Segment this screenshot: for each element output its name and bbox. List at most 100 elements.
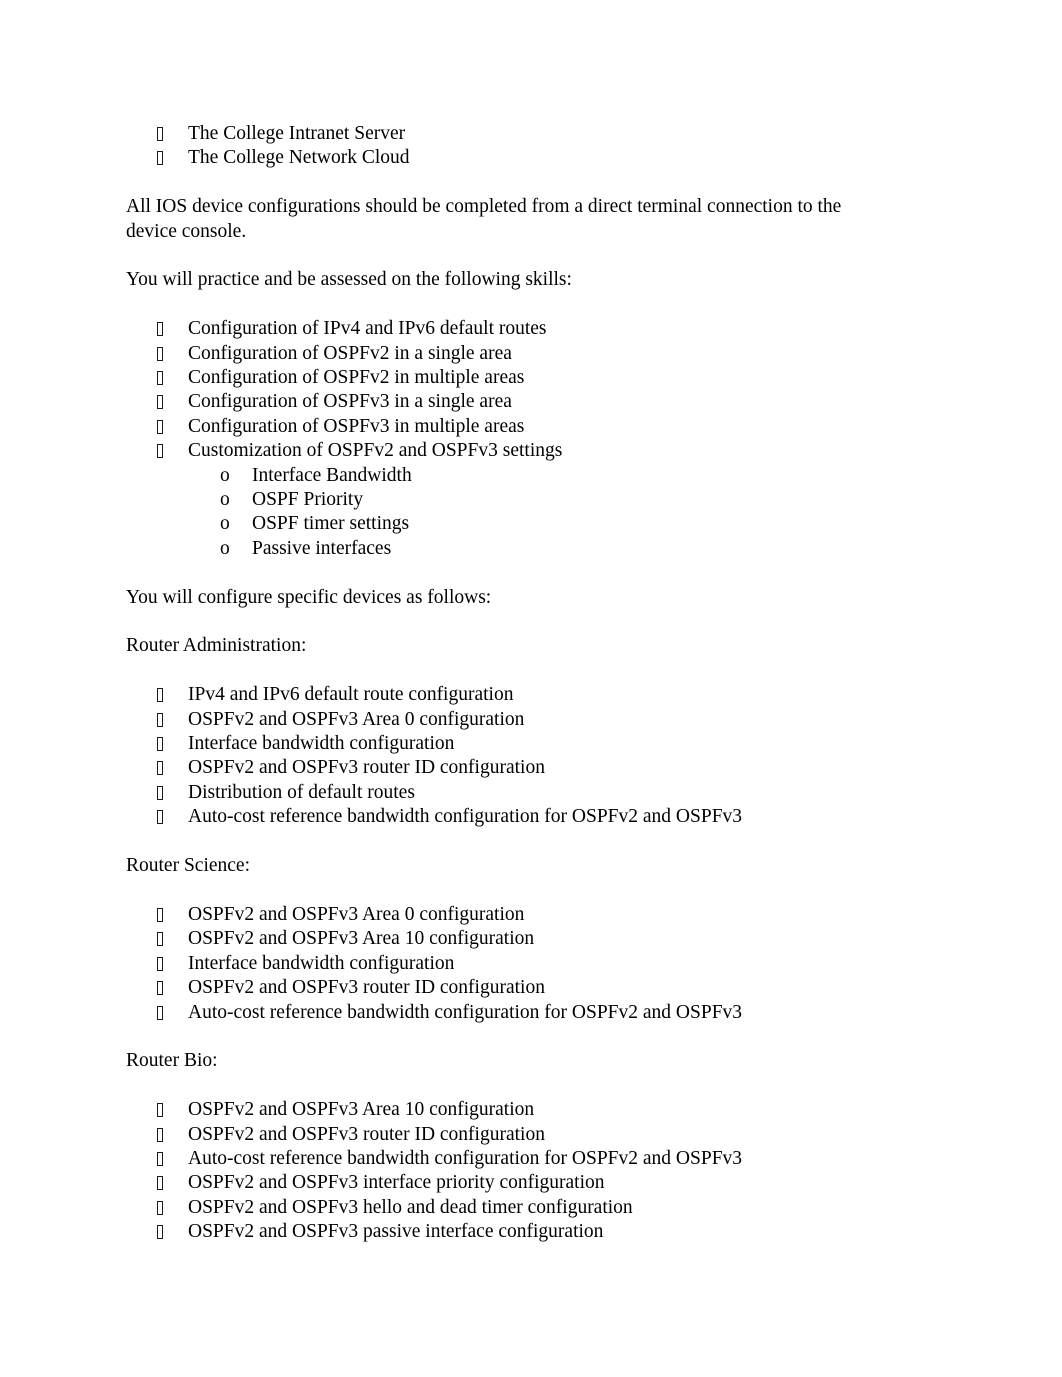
sub-list-item-label: Passive interfaces <box>252 537 392 559</box>
bullet-box-icon <box>157 444 163 459</box>
bullet-box-icon <box>157 419 163 434</box>
list-item-label: OSPFv2 and OSPFv3 router ID configuratio… <box>188 1123 545 1145</box>
list-item: The College Network Cloud <box>126 146 936 170</box>
list-item: Interface bandwidth configuration <box>126 952 936 976</box>
bullet-box-icon <box>157 712 163 727</box>
bullet-box-icon <box>157 1176 163 1191</box>
bullet-o-icon: o <box>220 489 230 511</box>
document-page: The College Intranet Server The College … <box>0 0 1062 1377</box>
sub-list-item: o OSPF Priority <box>126 488 936 512</box>
list-item: OSPFv2 and OSPFv3 Area 0 configuration <box>126 708 936 732</box>
list-item-label: OSPFv2 and OSPFv3 router ID configuratio… <box>188 757 545 779</box>
list-item-label: Configuration of IPv4 and IPv6 default r… <box>188 318 547 340</box>
list-item: Configuration of OSPFv3 in a single area <box>126 390 936 414</box>
list-item: Auto-cost reference bandwidth configurat… <box>126 805 936 829</box>
list-item-label: The College Intranet Server <box>188 123 406 144</box>
intro-bullet-list: The College Intranet Server The College … <box>126 122 936 171</box>
section-heading-router-bio: Router Bio: <box>126 1050 218 1072</box>
bullet-box-icon <box>157 1005 163 1020</box>
router-science-list: OSPFv2 and OSPFv3 Area 0 configuration O… <box>126 903 936 1025</box>
bullet-box-icon <box>157 322 163 337</box>
list-item: The College Intranet Server <box>126 122 936 146</box>
list-item: IPv4 and IPv6 default route configuratio… <box>126 683 936 707</box>
list-item-label: OSPFv2 and OSPFv3 interface priority con… <box>188 1172 605 1194</box>
list-item: OSPFv2 and OSPFv3 router ID configuratio… <box>126 1123 936 1147</box>
sub-list-item-label: OSPF timer settings <box>252 513 410 535</box>
list-item-label: Configuration of OSPFv3 in multiple area… <box>188 415 525 437</box>
bullet-box-icon <box>157 1200 163 1215</box>
list-item: OSPFv2 and OSPFv3 Area 10 configuration <box>126 927 936 951</box>
router-administration-list: IPv4 and IPv6 default route configuratio… <box>126 683 936 829</box>
bullet-box-icon <box>157 761 163 776</box>
bullet-box-icon <box>157 981 163 996</box>
bullet-o-icon: o <box>220 537 230 559</box>
sub-list-item: o Interface Bandwidth <box>126 464 936 488</box>
list-item: OSPFv2 and OSPFv3 passive interface conf… <box>126 1220 936 1244</box>
bullet-box-icon <box>157 371 163 386</box>
list-item-label: Configuration of OSPFv2 in multiple area… <box>188 367 525 389</box>
list-item-label: Configuration of OSPFv2 in a single area <box>188 342 512 364</box>
bullet-box-icon <box>157 346 163 361</box>
skills-sub-bullet-list: o Interface Bandwidth o OSPF Priority o … <box>126 464 936 562</box>
list-item: OSPFv2 and OSPFv3 Area 10 configuration <box>126 1098 936 1122</box>
paragraph-skills-intro: You will practice and be assessed on the… <box>126 269 572 291</box>
bullet-box-icon <box>157 688 163 703</box>
bullet-box-icon <box>157 785 163 800</box>
list-item-label: OSPFv2 and OSPFv3 Area 0 configuration <box>188 903 525 925</box>
list-item: Configuration of OSPFv2 in a single area <box>126 342 936 366</box>
list-item-label: OSPFv2 and OSPFv3 passive interface conf… <box>188 1221 604 1243</box>
bullet-box-icon <box>157 810 163 825</box>
bullet-box-icon <box>157 956 163 971</box>
list-item-label: Interface bandwidth configuration <box>188 733 455 755</box>
list-item-label: OSPFv2 and OSPFv3 Area 10 configuration <box>188 1099 535 1121</box>
bullet-box-icon <box>157 127 163 141</box>
list-item: OSPFv2 and OSPFv3 router ID configuratio… <box>126 756 936 780</box>
bullet-box-icon <box>157 1103 163 1118</box>
list-item: Configuration of OSPFv3 in multiple area… <box>126 415 936 439</box>
list-item: Auto-cost reference bandwidth configurat… <box>126 1147 936 1171</box>
list-item: Auto-cost reference bandwidth configurat… <box>126 1001 936 1025</box>
list-item-label: IPv4 and IPv6 default route configuratio… <box>188 684 514 706</box>
sub-list-item-label: OSPF Priority <box>252 489 364 511</box>
bullet-box-icon <box>157 1225 163 1240</box>
list-item: Configuration of IPv4 and IPv6 default r… <box>126 317 936 341</box>
list-item: Customization of OSPFv2 and OSPFv3 setti… <box>126 439 936 463</box>
list-item-label: Customization of OSPFv2 and OSPFv3 setti… <box>188 440 563 462</box>
sub-list-item-label: Interface Bandwidth <box>252 464 412 486</box>
bullet-box-icon <box>157 1151 163 1166</box>
bullet-o-icon: o <box>220 513 230 535</box>
list-item-label: OSPFv2 and OSPFv3 Area 0 configuration <box>188 708 525 730</box>
list-item: OSPFv2 and OSPFv3 hello and dead timer c… <box>126 1196 936 1220</box>
list-item-label: Interface bandwidth configuration <box>188 952 455 974</box>
router-bio-list: OSPFv2 and OSPFv3 Area 10 configuration … <box>126 1098 936 1244</box>
list-item-label: OSPFv2 and OSPFv3 Area 10 configuration <box>188 928 535 950</box>
list-item: Interface bandwidth configuration <box>126 732 936 756</box>
list-item: OSPFv2 and OSPFv3 router ID configuratio… <box>126 976 936 1000</box>
bullet-box-icon <box>157 1127 163 1142</box>
bullet-box-icon <box>157 737 163 752</box>
skills-bullet-list: Configuration of IPv4 and IPv6 default r… <box>126 317 936 463</box>
paragraph-ios-configurations: All IOS device configurations should be … <box>126 196 842 242</box>
list-item: OSPFv2 and OSPFv3 interface priority con… <box>126 1171 936 1195</box>
list-item: OSPFv2 and OSPFv3 Area 0 configuration <box>126 903 936 927</box>
bullet-box-icon <box>157 151 163 166</box>
bullet-box-icon <box>157 907 163 922</box>
bullet-box-icon <box>157 395 163 410</box>
paragraph-devices-intro: You will configure specific devices as f… <box>126 586 492 608</box>
list-item-label: OSPFv2 and OSPFv3 hello and dead timer c… <box>188 1196 633 1218</box>
section-heading-router-science: Router Science: <box>126 855 250 877</box>
section-heading-router-administration: Router Administration: <box>126 635 307 657</box>
document-body: The College Intranet Server The College … <box>126 122 936 1245</box>
list-item-label: Auto-cost reference bandwidth configurat… <box>188 1001 743 1023</box>
list-item-label: Configuration of OSPFv3 in a single area <box>188 391 512 413</box>
bullet-o-icon: o <box>220 464 230 486</box>
list-item-label: The College Network Cloud <box>188 147 410 169</box>
